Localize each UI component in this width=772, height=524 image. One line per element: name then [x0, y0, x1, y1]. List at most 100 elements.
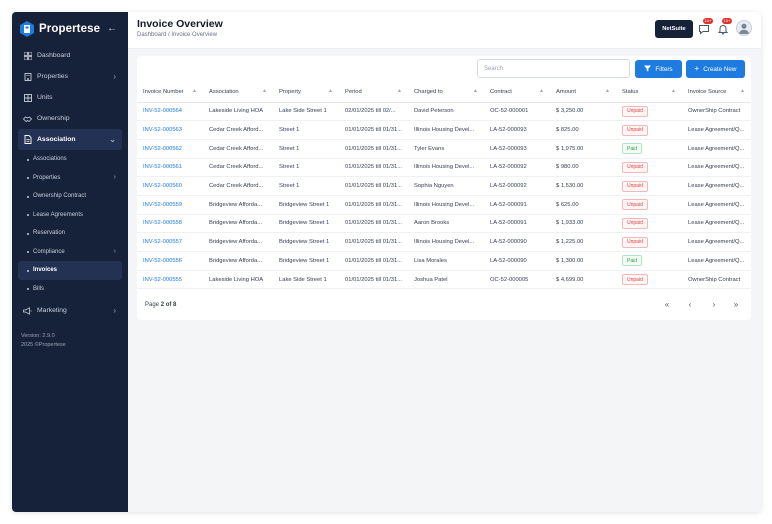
- sidebar-nav: Dashboard Properties › Units Ownership A…: [12, 45, 128, 321]
- units-icon: [23, 93, 32, 102]
- table-cell-invoice[interactable]: INV-52-000558: [137, 214, 203, 234]
- column-header[interactable]: Amount ▲: [550, 82, 616, 103]
- table-cell-status: Unpaid: [616, 214, 682, 234]
- first-page-icon[interactable]: «: [662, 299, 672, 309]
- table-cell-status: Unpaid: [616, 120, 682, 140]
- table-cell-association: Lakeside Living HOA: [203, 270, 273, 290]
- table-cell-invoice[interactable]: INV-52-000563: [137, 120, 203, 140]
- column-header[interactable]: Invoice Source ▲: [682, 82, 751, 103]
- sidebar-item-ownership[interactable]: Ownership: [18, 108, 122, 129]
- table-cell-invoice[interactable]: INV-52-000556: [137, 251, 203, 271]
- table-cell-invoice[interactable]: INV-52-000564: [137, 102, 203, 122]
- sidebar-subitem-reservation[interactable]: Reservation: [18, 224, 122, 243]
- copyright-text: 2025 ©Propertese: [21, 342, 66, 348]
- handshake-icon: [23, 114, 32, 123]
- table-cell-charged-to: Illinois Housing Devel...: [408, 158, 484, 178]
- table-cell-period: 01/01/2025 till 01/31...: [339, 158, 408, 178]
- invoice-table: Invoice Number ▲ Association ▲ Property ▲ P…: [137, 82, 751, 290]
- sidebar-item-dashboard[interactable]: Dashboard: [18, 45, 122, 66]
- sidebar-subitem-bills[interactable]: Bills: [18, 280, 122, 299]
- table-row[interactable]: INV-52-000556 Bridgeview Afforda... Bridge…: [137, 251, 751, 271]
- brand[interactable]: Propertese: [20, 21, 100, 37]
- collapse-sidebar-icon[interactable]: ←: [107, 23, 117, 34]
- column-header[interactable]: Contract ▲: [484, 82, 550, 103]
- column-header[interactable]: Association ▲: [203, 82, 273, 103]
- brand-name: Propertese: [39, 23, 101, 35]
- table-cell-source: Lease Agreement/Q...: [682, 251, 751, 271]
- table-cell-status: Unpaid: [616, 102, 682, 122]
- sort-icon[interactable]: ▲: [473, 88, 478, 94]
- last-page-icon[interactable]: »: [731, 299, 741, 309]
- prev-page-icon[interactable]: ‹: [685, 299, 695, 309]
- column-header[interactable]: Invoice Number ▲: [137, 82, 203, 103]
- table-cell-period: 01/01/2025 till 01/31...: [339, 270, 408, 290]
- sidebar-subitem-invoices[interactable]: Invoices: [18, 261, 122, 280]
- create-new-button[interactable]: + Create New: [686, 60, 745, 78]
- sort-icon[interactable]: ▲: [539, 88, 544, 94]
- sidebar: Propertese ← Dashboard Properties › Unit…: [12, 12, 128, 512]
- table-cell-property: Bridgeview Street 1: [273, 232, 339, 252]
- table-cell-status: Paid: [616, 139, 682, 159]
- sidebar-subitem-compliance[interactable]: Compliance ›: [18, 243, 122, 262]
- next-page-icon[interactable]: ›: [709, 299, 719, 309]
- sidebar-item-marketing[interactable]: Marketing ›: [18, 300, 122, 321]
- search-input[interactable]: Search: [477, 59, 630, 78]
- table-row[interactable]: INV-52-000558 Bridgeview Afforda... Bridge…: [137, 214, 751, 234]
- table-row[interactable]: INV-52-000560 Cedar Creek Afford... Street…: [137, 176, 751, 196]
- table-cell-amount: $ 625.00: [550, 195, 616, 215]
- status-badge: Unpaid: [622, 217, 648, 229]
- sort-icon[interactable]: ▲: [605, 88, 610, 94]
- column-header[interactable]: Status ▲: [616, 82, 682, 103]
- sort-icon[interactable]: ▲: [397, 88, 402, 94]
- sidebar-subitem-ownership-contract[interactable]: Ownership Contract: [18, 187, 122, 206]
- table-row[interactable]: INV-52-000564 Lakeside Living HOA Lake Sid…: [137, 102, 751, 122]
- table-cell-property: Street 1: [273, 176, 339, 196]
- column-header[interactable]: Period ▲: [339, 82, 408, 103]
- table-cell-invoice[interactable]: INV-52-000562: [137, 139, 203, 159]
- invoice-card: Search Filters + Create New Invoice Numb…: [137, 56, 751, 320]
- table-cell-period: 01/01/2025 till 01/31...: [339, 139, 408, 159]
- netsuite-button[interactable]: NetSuite: [655, 20, 693, 38]
- sort-icon[interactable]: ▲: [740, 88, 745, 94]
- table-cell-invoice[interactable]: INV-52-000557: [137, 232, 203, 252]
- table-row[interactable]: INV-52-000562 Cedar Creek Afford... Street…: [137, 139, 751, 159]
- table-cell-source: OwnerShip Contract: [682, 270, 751, 290]
- table-cell-source: OwnerShip Contract: [682, 102, 751, 122]
- sidebar-subitem-associations[interactable]: Associations: [18, 150, 122, 169]
- table-cell-source: Lease Agreement/Q...: [682, 195, 751, 215]
- table-row[interactable]: INV-52-000559 Bridgeview Afforda... Bridge…: [137, 195, 751, 215]
- table-cell-status: Paid: [616, 251, 682, 271]
- plus-icon: +: [694, 64, 700, 73]
- table-cell-contract: LA-52-000092: [484, 176, 550, 196]
- sidebar-item-association[interactable]: Association ⌄: [18, 129, 122, 150]
- column-header[interactable]: Charged to ▲: [408, 82, 484, 103]
- table-row[interactable]: INV-52-000555 Lakeside Living HOA Lake Sid…: [137, 270, 751, 290]
- sort-icon[interactable]: ▲: [671, 88, 676, 94]
- bell-icon[interactable]: 10+: [717, 18, 732, 35]
- sidebar-item-properties[interactable]: Properties ›: [18, 66, 122, 87]
- sort-icon[interactable]: ▲: [328, 88, 333, 94]
- sidebar-item-units[interactable]: Units: [18, 87, 122, 108]
- avatar[interactable]: [736, 20, 752, 36]
- table-cell-invoice[interactable]: INV-52-000561: [137, 158, 203, 178]
- table-cell-invoice[interactable]: INV-52-000559: [137, 195, 203, 215]
- sort-icon[interactable]: ▲: [192, 88, 197, 94]
- table-cell-invoice[interactable]: INV-52-000560: [137, 176, 203, 196]
- dashboard-icon: [23, 51, 32, 60]
- table-cell-invoice[interactable]: INV-52-000555: [137, 270, 203, 290]
- table-row[interactable]: INV-52-000561 Cedar Creek Afford... Street…: [137, 158, 751, 178]
- sidebar-subitem-properties[interactable]: Properties ›: [18, 169, 122, 188]
- table-row[interactable]: INV-52-000563 Cedar Creek Afford... Street…: [137, 120, 751, 140]
- column-header[interactable]: Property ▲: [273, 82, 339, 103]
- table-cell-association: Cedar Creek Afford...: [203, 120, 273, 140]
- filters-button[interactable]: Filters: [635, 60, 682, 78]
- breadcrumb[interactable]: Dashboard / Invoice Overview: [137, 32, 217, 38]
- table-row[interactable]: INV-52-000557 Bridgeview Afforda... Bridge…: [137, 232, 751, 252]
- table-cell-charged-to: Lisa Morales: [408, 251, 484, 271]
- top-header: Invoice Overview Dashboard / Invoice Ove…: [128, 12, 761, 49]
- sort-icon[interactable]: ▲: [262, 88, 267, 94]
- message-icon[interactable]: 10+: [698, 18, 713, 35]
- notification-badge: 10+: [722, 18, 732, 24]
- sidebar-subitem-lease-agreements[interactable]: Lease Agreements: [18, 206, 122, 225]
- table-cell-status: Unpaid: [616, 176, 682, 196]
